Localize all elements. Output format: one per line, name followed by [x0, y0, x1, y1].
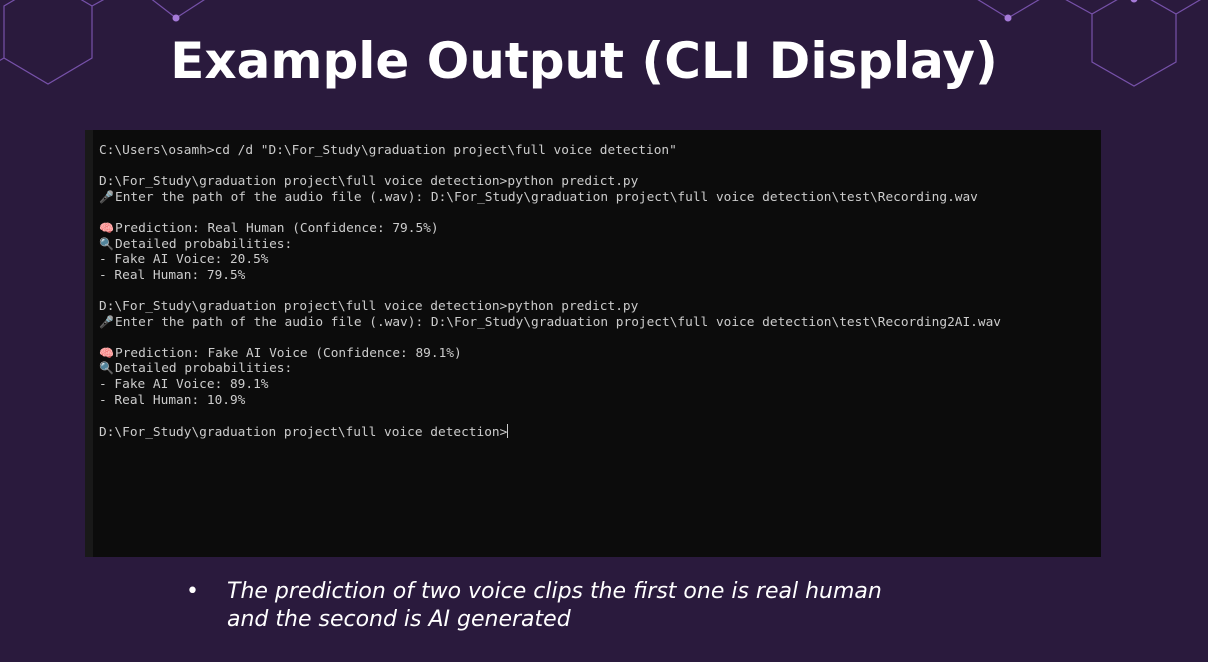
terminal-line: 🧠Prediction: Real Human (Confidence: 79.…	[99, 221, 1101, 237]
caption-line-1: The prediction of two voice clips the fi…	[227, 579, 882, 604]
terminal-line-text: - Real Human: 79.5%	[99, 267, 246, 283]
terminal-line: D:\For_Study\graduation project\full voi…	[99, 299, 1101, 315]
terminal-line-text: D:\For_Study\graduation project\full voi…	[99, 424, 508, 440]
terminal-line: C:\Users\osamh>cd /d "D:\For_Study\gradu…	[99, 143, 1101, 159]
caption-text: The prediction of two voice clips the fi…	[227, 578, 987, 634]
brain-icon: 🧠	[99, 345, 114, 360]
terminal-line-text: Prediction: Fake AI Voice (Confidence: 8…	[115, 345, 462, 361]
terminal-line-text: Detailed probabilities:	[115, 361, 293, 377]
terminal-line-text: - Fake AI Voice: 20.5%	[99, 252, 269, 268]
magnifier-icon: 🔍	[99, 236, 114, 251]
terminal-line: - Fake AI Voice: 89.1%	[99, 377, 1101, 393]
terminal-line: 🎤Enter the path of the audio file (.wav)…	[99, 190, 1101, 206]
terminal-cursor	[507, 423, 509, 438]
terminal-line-text: D:\For_Study\graduation project\full voi…	[99, 174, 639, 190]
terminal-line-text: Enter the path of the audio file (.wav):…	[115, 314, 1002, 330]
terminal-window[interactable]: C:\Users\osamh>cd /d "D:\For_Study\gradu…	[85, 130, 1101, 557]
terminal-line-text: Enter the path of the audio file (.wav):…	[115, 189, 978, 205]
terminal-output: C:\Users\osamh>cd /d "D:\For_Study\gradu…	[99, 143, 1101, 439]
terminal-line-text: C:\Users\osamh>cd /d "D:\For_Study\gradu…	[99, 143, 677, 158]
magnifier-icon: 🔍	[99, 361, 114, 376]
terminal-line-text: D:\For_Study\graduation project\full voi…	[99, 298, 639, 314]
terminal-left-edge	[85, 130, 93, 557]
bullet-point: •	[186, 579, 199, 604]
terminal-line: 🔍Detailed probabilities:	[99, 361, 1101, 377]
terminal-line: - Real Human: 10.9%	[99, 393, 1101, 409]
terminal-line: 🧠Prediction: Fake AI Voice (Confidence: …	[99, 346, 1101, 362]
terminal-line: 🔍Detailed probabilities:	[99, 237, 1101, 253]
brain-icon: 🧠	[99, 220, 114, 235]
terminal-line-text: - Real Human: 10.9%	[99, 392, 246, 408]
terminal-line: D:\For_Study\graduation project\full voi…	[99, 423, 1101, 440]
terminal-line: D:\For_Study\graduation project\full voi…	[99, 174, 1101, 190]
terminal-line-text: Detailed probabilities:	[115, 236, 293, 252]
microphone-icon: 🎤	[99, 189, 114, 204]
terminal-line-text: - Fake AI Voice: 89.1%	[99, 376, 269, 392]
microphone-icon: 🎤	[99, 314, 114, 329]
slide-title: Example Output (CLI Display)	[170, 32, 998, 90]
caption-line-2: and the second is AI generated	[227, 607, 571, 632]
terminal-line: - Fake AI Voice: 20.5%	[99, 252, 1101, 268]
terminal-line: 🎤Enter the path of the audio file (.wav)…	[99, 315, 1101, 331]
terminal-line: - Real Human: 79.5%	[99, 268, 1101, 284]
terminal-line-text: Prediction: Real Human (Confidence: 79.5…	[115, 220, 439, 236]
